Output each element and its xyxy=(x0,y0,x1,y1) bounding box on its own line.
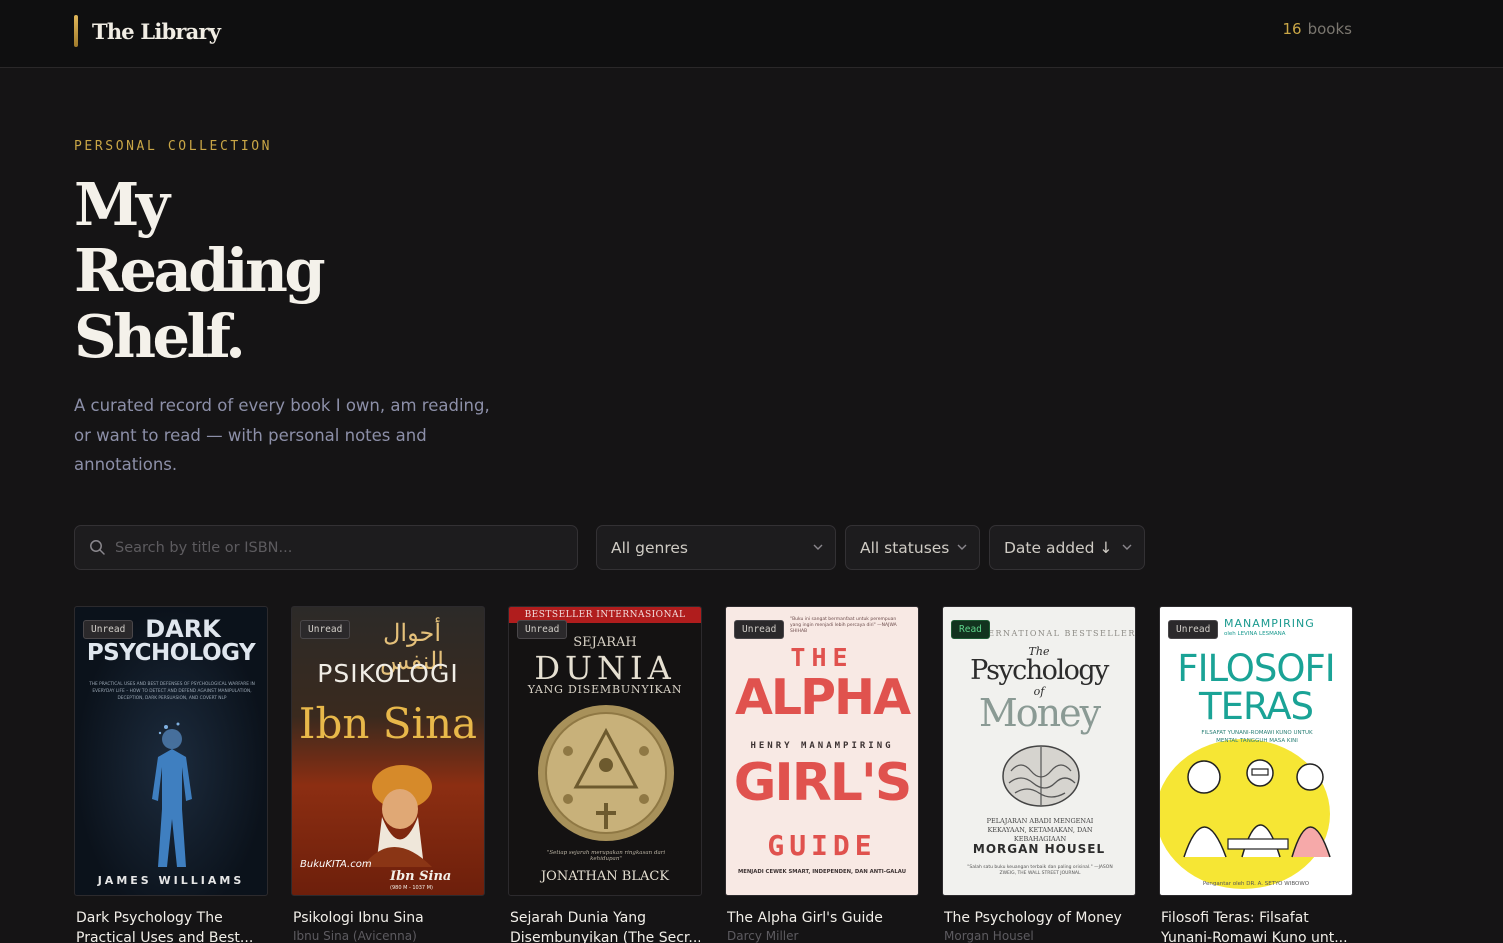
cover-subtitle: PELAJARAN ABADI MENGENAI KEKAYAAN, KETAM… xyxy=(986,817,1094,843)
cover-tagline: MENJADI CEWEK SMART, INDEPENDEN, DAN ANT… xyxy=(737,869,907,875)
genre-select-value: All genres xyxy=(611,538,688,557)
cover-girls: GIRL'S xyxy=(733,753,913,813)
book-title-line-2: Practical Uses and Best... xyxy=(76,930,254,943)
book-title[interactable]: Filosofi Teras: Filsafat Yunani-Romawi K… xyxy=(1161,908,1351,943)
sort-select[interactable]: Date added ↓ xyxy=(989,525,1145,570)
book-card[interactable]: BESTSELLER INTERNASIONAL Unread SEJARAH … xyxy=(508,606,702,943)
book-title[interactable]: Psikologi Ibnu Sina xyxy=(293,908,483,928)
book-author: Morgan Housel xyxy=(944,929,1034,943)
chevron-down-icon xyxy=(1122,544,1132,550)
cover-title-line-1: Psychology xyxy=(970,655,1109,686)
book-title-line-1: Sejarah Dunia Yang xyxy=(510,910,647,926)
book-title[interactable]: Dark Psychology The Practical Uses and B… xyxy=(76,908,266,943)
brand-accent-bar xyxy=(74,15,78,47)
status-badge: Unread xyxy=(300,620,351,639)
portrait-illustration xyxy=(362,765,432,867)
cover-author: HENRY MANAMPIRING xyxy=(750,741,894,751)
book-title-line-1: The Alpha Girl's Guide xyxy=(727,910,883,926)
top-bar: The Library 16 books xyxy=(0,0,1503,68)
book-title-line-1: Filosofi Teras: Filsafat xyxy=(1161,910,1309,926)
genre-select[interactable]: All genres xyxy=(596,525,836,570)
status-badge: Unread xyxy=(1168,620,1219,639)
cover-title-line-2: Money xyxy=(978,691,1101,735)
cover-guide: GUIDE xyxy=(767,829,877,862)
book-card[interactable]: Unread "Buku ini sangat bermanfaat untuk… xyxy=(725,606,919,943)
cover-the: THE xyxy=(790,643,854,672)
cover-alpha: ALPHA xyxy=(735,669,911,726)
cover-years: (980 M - 1037 M) xyxy=(390,885,433,891)
brand-name: The Library xyxy=(92,18,221,44)
chevron-down-icon xyxy=(957,544,967,550)
book-card[interactable]: Read INTERNATIONAL BESTSELLER The Psycho… xyxy=(942,606,1136,943)
cover-title-line-1: FILOSOFI xyxy=(1177,647,1335,690)
cover-subtitle: THE PRACTICAL USES AND BEST DEFENSES OF … xyxy=(89,682,255,701)
page-title-line-3: Shelf. xyxy=(74,302,246,371)
sort-select-value: Date added ↓ xyxy=(1004,538,1113,557)
cover-banner: INTERNATIONAL BESTSELLER xyxy=(968,629,1136,638)
search-icon xyxy=(90,540,105,555)
book-author: Darcy Miller xyxy=(727,929,799,943)
cover-watermark: BukuKITA.com xyxy=(300,859,372,870)
book-title-line-1: The Psychology of Money xyxy=(944,910,1122,926)
brain-illustration xyxy=(1002,745,1080,807)
book-title-line-1: Psikologi Ibnu Sina xyxy=(293,910,424,926)
coin-illustration xyxy=(538,705,674,841)
page-title-line-2: Reading xyxy=(74,236,326,305)
status-badge: Unread xyxy=(517,620,568,639)
cover-title-line-2: TERAS xyxy=(1199,685,1314,728)
book-count-unit: books xyxy=(1307,20,1352,38)
status-badge: Unread xyxy=(83,620,134,639)
book-card[interactable]: Unread DARK PSYCHOLOGY THE PRACTICAL USE… xyxy=(74,606,268,943)
status-badge: Read xyxy=(951,620,990,639)
chevron-down-icon xyxy=(813,544,823,550)
cover-author: JONATHAN BLACK xyxy=(540,869,670,884)
book-title[interactable]: Sejarah Dunia Yang Disembunyikan (The Se… xyxy=(510,908,700,943)
book-cover[interactable]: BESTSELLER INTERNASIONAL Unread SEJARAH … xyxy=(508,606,702,896)
book-cover[interactable]: Unread أحوال النفس PSIKOLOGI Ibn Sina Bu… xyxy=(291,606,485,896)
page-title: My Reading Shelf. xyxy=(74,172,374,370)
book-card[interactable]: Unread أحوال النفس PSIKOLOGI Ibn Sina Bu… xyxy=(291,606,485,943)
cover-subtitle: YANG DISEMBUNYIKAN xyxy=(527,683,683,696)
status-select-value: All statuses xyxy=(860,538,950,557)
hero-eyebrow: PERSONAL COLLECTION xyxy=(74,139,273,154)
cover-title-line-1: PSIKOLOGI xyxy=(317,659,459,688)
cover-quote: "Salah satu buku keuangan terbaik dan pa… xyxy=(967,865,1113,876)
hero-description: A curated record of every book I own, am… xyxy=(74,396,490,474)
book-card[interactable]: Unread MANAMPIRING oleh LEVINA LESMANA F… xyxy=(1159,606,1353,943)
status-badge: Unread xyxy=(734,620,785,639)
book-cover[interactable]: Unread DARK PSYCHOLOGY THE PRACTICAL USE… xyxy=(74,606,268,896)
human-figure-illustration xyxy=(152,722,192,867)
cover-subtitle: FILSAFAT YUNANI-ROMAWI KUNO UNTUK MENTAL… xyxy=(1201,730,1313,744)
book-cover[interactable]: Read INTERNATIONAL BESTSELLER The Psycho… xyxy=(942,606,1136,896)
cover-title-line-2: Ibn Sina xyxy=(298,699,478,748)
cover-author-sub: oleh LEVINA LESMANA xyxy=(1224,631,1286,637)
cover-title: DUNIA xyxy=(534,649,676,687)
book-count: 16 books xyxy=(1283,20,1352,38)
status-select[interactable]: All statuses xyxy=(845,525,980,570)
brand[interactable]: The Library xyxy=(74,15,221,47)
cover-title-line-2: PSYCHOLOGY xyxy=(86,640,256,666)
book-title-line-2: Yunani-Romawi Kuno unt... xyxy=(1161,930,1348,943)
cover-quote: "Setiap sejarah merupakan ringkasan dari… xyxy=(546,850,666,862)
book-title-line-2: Disembunyikan (The Secr... xyxy=(510,930,700,943)
page-title-line-1: My xyxy=(74,170,170,239)
cover-author: MORGAN HOUSEL xyxy=(972,842,1106,856)
cover-foot: Pengantar oleh DR. A. SETYO WIBOWO xyxy=(1202,881,1310,887)
search-input[interactable] xyxy=(115,539,555,556)
cover-author: MANAMPIRING xyxy=(1224,617,1315,630)
book-title[interactable]: The Alpha Girl's Guide xyxy=(727,908,917,928)
book-cover[interactable]: Unread "Buku ini sangat bermanfaat untuk… xyxy=(725,606,919,896)
cover-signature: Ibn Sina xyxy=(390,869,452,884)
cover-quote: "Buku ini sangat bermanfaat untuk peremp… xyxy=(790,617,897,634)
people-illustration xyxy=(1183,759,1331,858)
book-cover[interactable]: Unread MANAMPIRING oleh LEVINA LESMANA F… xyxy=(1159,606,1353,896)
book-author: Ibnu Sina (Avicenna) xyxy=(293,929,417,943)
book-title[interactable]: The Psychology of Money xyxy=(944,908,1134,928)
book-title-line-1: Dark Psychology The xyxy=(76,910,223,926)
cover-author: JAMES WILLIAMS xyxy=(97,874,245,887)
book-count-number: 16 xyxy=(1282,20,1302,38)
search-box[interactable] xyxy=(74,525,578,570)
